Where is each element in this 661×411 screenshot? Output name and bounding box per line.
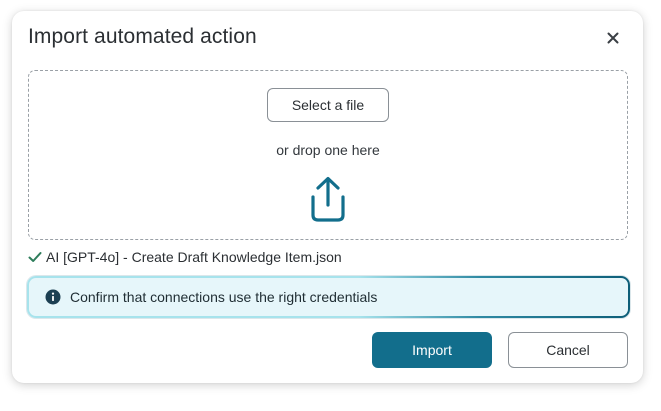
import-button[interactable]: Import xyxy=(372,332,492,368)
import-dialog: Import automated action Select a file or… xyxy=(12,11,643,383)
info-banner: Confirm that connections use the right c… xyxy=(27,276,630,318)
dialog-title: Import automated action xyxy=(28,25,257,48)
info-banner-text: Confirm that connections use the right c… xyxy=(70,289,378,305)
select-file-button[interactable]: Select a file xyxy=(267,88,389,122)
drop-hint-text: or drop one here xyxy=(276,142,380,158)
info-icon xyxy=(45,289,61,305)
cancel-button[interactable]: Cancel xyxy=(508,332,628,368)
upload-icon xyxy=(311,176,345,222)
close-icon xyxy=(607,32,619,44)
selected-file-name: AI [GPT-4o] - Create Draft Knowledge Ite… xyxy=(46,249,342,265)
selected-file-row: AI [GPT-4o] - Create Draft Knowledge Ite… xyxy=(28,249,342,265)
close-button[interactable] xyxy=(603,28,623,48)
check-icon xyxy=(28,252,42,262)
page-backdrop: Import automated action Select a file or… xyxy=(0,0,661,411)
info-banner-body: Confirm that connections use the right c… xyxy=(29,278,628,316)
file-drop-zone[interactable]: Select a file or drop one here xyxy=(28,70,628,240)
